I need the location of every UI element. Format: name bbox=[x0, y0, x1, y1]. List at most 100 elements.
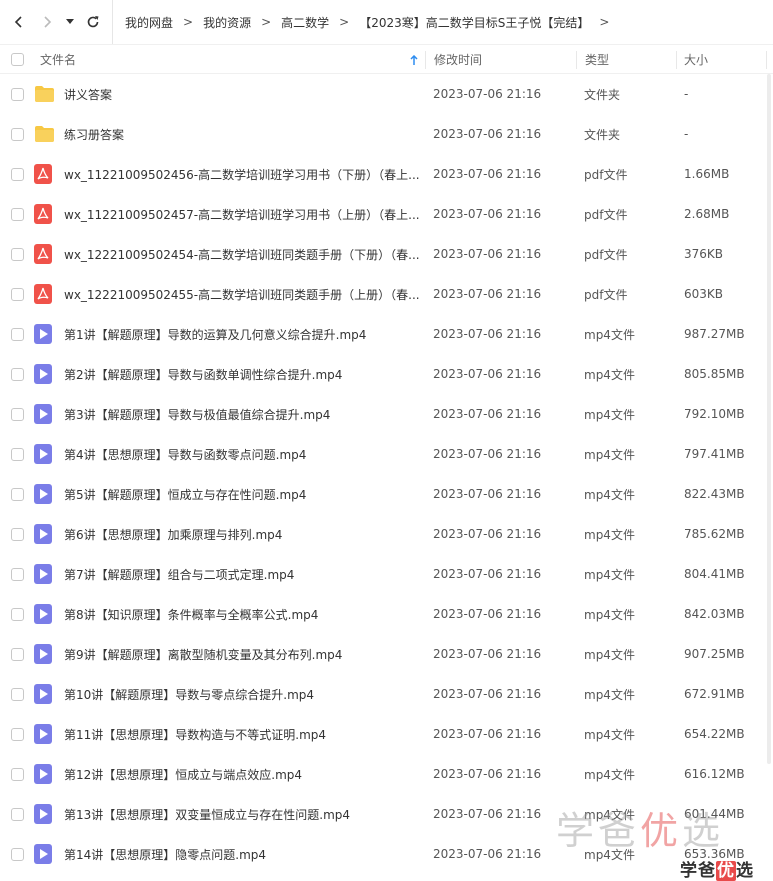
column-divider[interactable] bbox=[576, 51, 577, 69]
row-checkbox[interactable] bbox=[11, 74, 25, 114]
file-name[interactable]: 第1讲【解题原理】导数的运算及几何意义综合提升.mp4 bbox=[64, 314, 419, 354]
file-row[interactable]: 第7讲【解题原理】组合与二项式定理.mp4 2023-07-06 21:16 mp4… bbox=[0, 554, 773, 594]
row-checkbox[interactable] bbox=[11, 354, 25, 394]
column-header-type[interactable]: 类型 bbox=[585, 45, 609, 74]
breadcrumb-item-my-disk[interactable]: 我的网盘 bbox=[125, 14, 173, 31]
file-row[interactable]: wx_12221009502455-高二数学培训班同类题手册（上册）（春... 2… bbox=[0, 274, 773, 314]
file-name[interactable]: 讲义答案 bbox=[64, 74, 419, 114]
column-type-label: 类型 bbox=[585, 53, 610, 67]
column-divider[interactable] bbox=[766, 51, 767, 69]
file-size: - bbox=[684, 87, 689, 101]
file-row[interactable]: 第4讲【思想原理】导数与函数零点问题.mp4 2023-07-06 21:16 mp… bbox=[0, 434, 773, 474]
row-checkbox[interactable] bbox=[11, 634, 25, 674]
row-checkbox[interactable] bbox=[11, 154, 25, 194]
breadcrumb-item-my-resources[interactable]: 我的资源 bbox=[203, 14, 251, 31]
row-checkbox[interactable] bbox=[11, 754, 25, 794]
file-name[interactable]: 练习册答案 bbox=[64, 114, 419, 154]
file-name[interactable]: 第8讲【知识原理】条件概率与全概率公式.mp4 bbox=[64, 594, 419, 634]
file-name[interactable]: 第12讲【思想原理】恒成立与端点效应.mp4 bbox=[64, 754, 419, 794]
file-row[interactable]: 第2讲【解题原理】导数与函数单调性综合提升.mp4 2023-07-06 21:1… bbox=[0, 354, 773, 394]
row-checkbox[interactable] bbox=[11, 554, 25, 594]
column-divider[interactable] bbox=[676, 51, 677, 69]
file-modified-time: 2023-07-06 21:16 bbox=[433, 127, 542, 141]
file-size: 616.12MB bbox=[684, 767, 745, 781]
file-type: pdf文件 bbox=[584, 287, 628, 302]
column-divider[interactable] bbox=[425, 51, 426, 69]
file-modified-time: 2023-07-06 21:16 bbox=[433, 87, 542, 101]
row-checkbox[interactable] bbox=[11, 234, 25, 274]
file-size: 376KB bbox=[684, 247, 724, 261]
row-checkbox[interactable] bbox=[11, 274, 25, 314]
row-checkbox[interactable] bbox=[11, 474, 25, 514]
file-name[interactable]: 第5讲【解题原理】恒成立与存在性问题.mp4 bbox=[64, 474, 419, 514]
file-modified-time: 2023-07-06 21:16 bbox=[433, 167, 542, 181]
video-icon bbox=[34, 594, 56, 634]
column-header-modified[interactable]: 修改时间 bbox=[434, 45, 482, 74]
file-row[interactable]: 第8讲【知识原理】条件概率与全概率公式.mp4 2023-07-06 21:16 m… bbox=[0, 594, 773, 634]
video-icon bbox=[34, 314, 56, 354]
file-row[interactable]: 第3讲【解题原理】导数与极值最值综合提升.mp4 2023-07-06 21:16… bbox=[0, 394, 773, 434]
file-type: pdf文件 bbox=[584, 167, 628, 182]
file-type: mp4文件 bbox=[584, 367, 635, 382]
file-size: - bbox=[684, 127, 689, 141]
file-row[interactable]: 讲义答案 2023-07-06 21:16 文件夹 - bbox=[0, 74, 773, 114]
file-row[interactable]: 第6讲【思想原理】加乘原理与排列.mp4 2023-07-06 21:16 mp4文… bbox=[0, 514, 773, 554]
refresh-button[interactable] bbox=[80, 7, 106, 37]
file-row[interactable]: 第10讲【解题原理】导数与零点综合提升.mp4 2023-07-06 21:16 m… bbox=[0, 674, 773, 714]
row-checkbox[interactable] bbox=[11, 114, 25, 154]
file-row[interactable]: wx_11221009502456-高二数学培训班学习用书（下册）（春上... 2… bbox=[0, 154, 773, 194]
row-checkbox[interactable] bbox=[11, 394, 25, 434]
column-header-name[interactable]: 文件名 bbox=[40, 45, 420, 74]
row-checkbox[interactable] bbox=[11, 834, 25, 874]
file-size: 805.85MB bbox=[684, 367, 745, 381]
row-checkbox[interactable] bbox=[11, 434, 25, 474]
file-row[interactable]: 第5讲【解题原理】恒成立与存在性问题.mp4 2023-07-06 21:16 mp… bbox=[0, 474, 773, 514]
sort-ascending-icon[interactable] bbox=[410, 45, 418, 74]
file-name[interactable]: wx_12221009502454-高二数学培训班同类题手册（下册）（春... bbox=[64, 234, 419, 274]
file-name[interactable]: 第2讲【解题原理】导数与函数单调性综合提升.mp4 bbox=[64, 354, 419, 394]
file-row[interactable]: 第12讲【思想原理】恒成立与端点效应.mp4 2023-07-06 21:16 mp… bbox=[0, 754, 773, 794]
row-checkbox[interactable] bbox=[11, 514, 25, 554]
file-size: 804.41MB bbox=[684, 567, 745, 581]
row-checkbox[interactable] bbox=[11, 714, 25, 754]
file-name[interactable]: 第9讲【解题原理】离散型随机变量及其分布列.mp4 bbox=[64, 634, 419, 674]
back-button[interactable] bbox=[6, 7, 32, 37]
column-header-size[interactable]: 大小 bbox=[684, 45, 708, 74]
breadcrumb: 我的网盘 > 我的资源 > 高二数学 > 【2023寒】高二数学目标S王子悦【完… bbox=[112, 0, 619, 44]
file-row[interactable]: 练习册答案 2023-07-06 21:16 文件夹 - bbox=[0, 114, 773, 154]
breadcrumb-item-grade-math[interactable]: 高二数学 bbox=[281, 14, 329, 31]
history-dropdown-button[interactable] bbox=[60, 7, 80, 37]
file-row[interactable]: wx_12221009502454-高二数学培训班同类题手册（下册）（春... 2… bbox=[0, 234, 773, 274]
row-checkbox[interactable] bbox=[11, 794, 25, 834]
file-name[interactable]: 第7讲【解题原理】组合与二项式定理.mp4 bbox=[64, 554, 419, 594]
file-name[interactable]: 第3讲【解题原理】导数与极值最值综合提升.mp4 bbox=[64, 394, 419, 434]
file-name[interactable]: 第11讲【思想原理】导数构造与不等式证明.mp4 bbox=[64, 714, 419, 754]
file-name[interactable]: 第4讲【思想原理】导数与函数零点问题.mp4 bbox=[64, 434, 419, 474]
file-name[interactable]: 第13讲【思想原理】双变量恒成立与存在性问题.mp4 bbox=[64, 794, 419, 834]
forward-button[interactable] bbox=[34, 7, 60, 37]
file-name[interactable]: wx_12221009502455-高二数学培训班同类题手册（上册）（春... bbox=[64, 274, 419, 314]
file-type: pdf文件 bbox=[584, 247, 628, 262]
file-row[interactable]: 第9讲【解题原理】离散型随机变量及其分布列.mp4 2023-07-06 21:1… bbox=[0, 634, 773, 674]
file-row[interactable]: wx_11221009502457-高二数学培训班学习用书（上册）（春上... 2… bbox=[0, 194, 773, 234]
file-name[interactable]: 第10讲【解题原理】导数与零点综合提升.mp4 bbox=[64, 674, 419, 714]
row-checkbox[interactable] bbox=[11, 594, 25, 634]
file-modified-time: 2023-07-06 21:16 bbox=[433, 207, 542, 221]
breadcrumb-expand-icon[interactable]: > bbox=[599, 15, 609, 29]
row-checkbox[interactable] bbox=[11, 674, 25, 714]
vertical-scrollbar[interactable] bbox=[767, 74, 771, 764]
file-type: 文件夹 bbox=[584, 127, 621, 142]
file-row[interactable]: 第11讲【思想原理】导数构造与不等式证明.mp4 2023-07-06 21:16… bbox=[0, 714, 773, 754]
file-row[interactable]: 第1讲【解题原理】导数的运算及几何意义综合提升.mp4 2023-07-06 21… bbox=[0, 314, 773, 354]
file-name[interactable]: wx_11221009502457-高二数学培训班学习用书（上册）（春上... bbox=[64, 194, 419, 234]
row-checkbox[interactable] bbox=[11, 194, 25, 234]
row-checkbox[interactable] bbox=[11, 314, 25, 354]
file-name[interactable]: 第6讲【思想原理】加乘原理与排列.mp4 bbox=[64, 514, 419, 554]
breadcrumb-separator-icon: > bbox=[183, 15, 194, 29]
select-all-checkbox[interactable] bbox=[11, 45, 24, 74]
file-modified-time: 2023-07-06 21:16 bbox=[433, 847, 542, 861]
file-name[interactable]: wx_11221009502456-高二数学培训班学习用书（下册）（春上... bbox=[64, 154, 419, 194]
file-modified-time: 2023-07-06 21:16 bbox=[433, 327, 542, 341]
file-name[interactable]: 第14讲【思想原理】隐零点问题.mp4 bbox=[64, 834, 419, 874]
breadcrumb-item-current-folder[interactable]: 【2023寒】高二数学目标S王子悦【完结】 bbox=[359, 14, 589, 31]
